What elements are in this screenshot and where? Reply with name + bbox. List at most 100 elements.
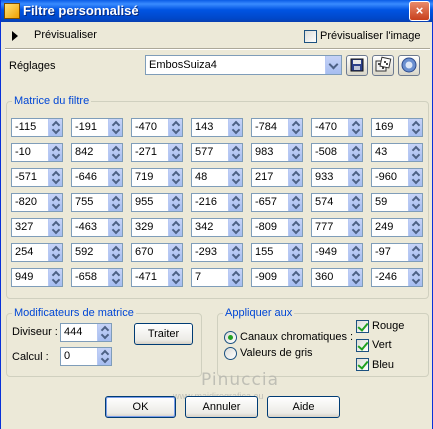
- preset-dropdown[interactable]: EmbosSuiza4: [145, 55, 342, 75]
- dropdown-button[interactable]: [325, 56, 341, 74]
- matrix-cell-spinner[interactable]: [408, 219, 422, 236]
- divisor-spinner[interactable]: [97, 324, 111, 341]
- matrix-cell-spinner[interactable]: [168, 244, 182, 261]
- matrix-cell-spinner[interactable]: [48, 169, 62, 186]
- matrix-cell-4-6[interactable]: 249: [371, 218, 423, 237]
- matrix-cell-2-6[interactable]: -960: [371, 168, 423, 187]
- matrix-cell-spinner[interactable]: [408, 169, 422, 186]
- preview-image-checkbox[interactable]: [304, 30, 317, 43]
- grey-values-label[interactable]: Valeurs de gris: [240, 347, 313, 359]
- matrix-cell-spinner[interactable]: [228, 244, 242, 261]
- matrix-cell-3-3[interactable]: -216: [191, 193, 243, 212]
- matrix-cell-4-3[interactable]: 342: [191, 218, 243, 237]
- matrix-cell-spinner[interactable]: [48, 144, 62, 161]
- matrix-cell-spinner[interactable]: [108, 269, 122, 286]
- divisor-field[interactable]: 444: [60, 323, 112, 342]
- matrix-cell-spinner[interactable]: [108, 144, 122, 161]
- save-preset-button[interactable]: [346, 55, 368, 76]
- matrix-cell-spinner[interactable]: [228, 194, 242, 211]
- matrix-cell-6-5[interactable]: 360: [311, 268, 363, 287]
- grey-values-radio[interactable]: [224, 347, 237, 360]
- matrix-cell-spinner[interactable]: [288, 169, 302, 186]
- matrix-cell-spinner[interactable]: [228, 144, 242, 161]
- matrix-cell-2-2[interactable]: 719: [131, 168, 183, 187]
- matrix-cell-spinner[interactable]: [288, 194, 302, 211]
- matrix-cell-spinner[interactable]: [288, 144, 302, 161]
- matrix-cell-spinner[interactable]: [108, 244, 122, 261]
- matrix-cell-5-2[interactable]: 670: [131, 243, 183, 262]
- matrix-cell-1-4[interactable]: 983: [251, 143, 303, 162]
- preview-label[interactable]: Prévisualiser: [34, 29, 97, 41]
- matrix-cell-3-6[interactable]: 59: [371, 193, 423, 212]
- matrix-cell-1-2[interactable]: -271: [131, 143, 183, 162]
- matrix-cell-spinner[interactable]: [348, 119, 362, 136]
- matrix-cell-spinner[interactable]: [48, 119, 62, 136]
- matrix-cell-0-1[interactable]: -191: [71, 118, 123, 137]
- matrix-cell-spinner[interactable]: [108, 194, 122, 211]
- matrix-cell-6-3[interactable]: 7: [191, 268, 243, 287]
- matrix-cell-4-4[interactable]: -809: [251, 218, 303, 237]
- expand-arrow-icon[interactable]: [12, 31, 18, 41]
- matrix-cell-3-1[interactable]: 755: [71, 193, 123, 212]
- matrix-cell-1-5[interactable]: -508: [311, 143, 363, 162]
- matrix-cell-5-3[interactable]: -293: [191, 243, 243, 262]
- matrix-cell-1-6[interactable]: 43: [371, 143, 423, 162]
- matrix-cell-5-4[interactable]: 155: [251, 243, 303, 262]
- matrix-cell-spinner[interactable]: [288, 244, 302, 261]
- matrix-cell-6-4[interactable]: -909: [251, 268, 303, 287]
- matrix-cell-spinner[interactable]: [408, 244, 422, 261]
- matrix-cell-spinner[interactable]: [348, 169, 362, 186]
- matrix-cell-spinner[interactable]: [408, 269, 422, 286]
- matrix-cell-6-1[interactable]: -658: [71, 268, 123, 287]
- matrix-cell-1-3[interactable]: 577: [191, 143, 243, 162]
- matrix-cell-spinner[interactable]: [408, 119, 422, 136]
- matrix-cell-spinner[interactable]: [108, 169, 122, 186]
- random-button[interactable]: [372, 55, 394, 76]
- matrix-cell-spinner[interactable]: [348, 219, 362, 236]
- matrix-cell-spinner[interactable]: [408, 144, 422, 161]
- matrix-cell-6-0[interactable]: 949: [11, 268, 63, 287]
- matrix-cell-spinner[interactable]: [168, 119, 182, 136]
- blue-checkbox[interactable]: [356, 358, 369, 371]
- color-channels-radio[interactable]: [224, 331, 237, 344]
- matrix-cell-4-2[interactable]: 329: [131, 218, 183, 237]
- matrix-cell-spinner[interactable]: [168, 169, 182, 186]
- matrix-cell-1-1[interactable]: 842: [71, 143, 123, 162]
- matrix-cell-spinner[interactable]: [408, 194, 422, 211]
- color-channels-label[interactable]: Canaux chromatiques :: [240, 331, 353, 343]
- matrix-cell-3-5[interactable]: 574: [311, 193, 363, 212]
- preview-image-label[interactable]: Prévisualiser l'image: [320, 30, 421, 42]
- matrix-cell-5-0[interactable]: 254: [11, 243, 63, 262]
- matrix-cell-spinner[interactable]: [228, 269, 242, 286]
- ok-button[interactable]: OK: [105, 396, 176, 418]
- matrix-cell-0-6[interactable]: 169: [371, 118, 423, 137]
- matrix-cell-3-0[interactable]: -820: [11, 193, 63, 212]
- red-label[interactable]: Rouge: [372, 320, 404, 332]
- close-button[interactable]: ×: [409, 1, 430, 21]
- matrix-cell-spinner[interactable]: [348, 194, 362, 211]
- offset-field[interactable]: 0: [60, 347, 112, 366]
- matrix-cell-4-1[interactable]: -463: [71, 218, 123, 237]
- matrix-cell-spinner[interactable]: [348, 269, 362, 286]
- matrix-cell-spinner[interactable]: [48, 244, 62, 261]
- matrix-cell-spinner[interactable]: [348, 244, 362, 261]
- matrix-cell-1-0[interactable]: -10: [11, 143, 63, 162]
- matrix-cell-0-5[interactable]: -470: [311, 118, 363, 137]
- matrix-cell-0-3[interactable]: 143: [191, 118, 243, 137]
- title-bar[interactable]: Filtre personnalisé ×: [1, 0, 433, 22]
- reset-button[interactable]: [398, 55, 420, 76]
- matrix-cell-spinner[interactable]: [48, 194, 62, 211]
- matrix-cell-5-1[interactable]: 592: [71, 243, 123, 262]
- red-checkbox[interactable]: [356, 320, 369, 333]
- matrix-cell-spinner[interactable]: [48, 269, 62, 286]
- matrix-cell-0-0[interactable]: -115: [11, 118, 63, 137]
- matrix-cell-spinner[interactable]: [168, 269, 182, 286]
- process-button[interactable]: Traiter: [134, 323, 193, 345]
- matrix-cell-2-1[interactable]: -646: [71, 168, 123, 187]
- matrix-cell-spinner[interactable]: [288, 219, 302, 236]
- green-label[interactable]: Vert: [372, 339, 392, 351]
- matrix-cell-6-6[interactable]: -246: [371, 268, 423, 287]
- matrix-cell-2-5[interactable]: 933: [311, 168, 363, 187]
- matrix-cell-0-2[interactable]: -470: [131, 118, 183, 137]
- matrix-cell-spinner[interactable]: [348, 144, 362, 161]
